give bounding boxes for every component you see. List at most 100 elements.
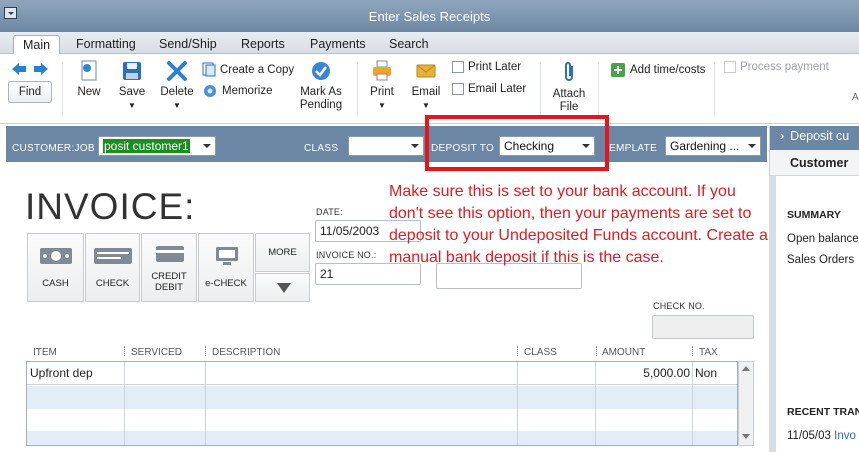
column-divider (692, 346, 693, 356)
side-panel-title: Deposit cu (790, 129, 850, 143)
template-dropdown[interactable]: Gardening ... (665, 136, 761, 156)
ribbon-divider (357, 62, 358, 116)
tab-payments[interactable]: Payments (310, 35, 366, 55)
triangle-down-icon (277, 283, 291, 293)
column-divider (595, 362, 596, 445)
tab-search[interactable]: Search (389, 35, 429, 55)
scroll-up-icon[interactable] (742, 366, 750, 371)
highlight-box (425, 115, 609, 171)
sales-orders-label: Sales Orders (787, 254, 855, 266)
email-later-label: Email Later (468, 83, 527, 95)
recent-transaction-date: 11/05/03 (787, 430, 831, 442)
attach-label: Attach (552, 88, 586, 100)
more-payment-dropdown[interactable] (255, 273, 310, 302)
table-row[interactable] (27, 409, 737, 432)
customer-job-dropdown[interactable]: posit customer1 (98, 136, 216, 156)
process-payment-check[interactable] (724, 61, 736, 73)
print-button[interactable]: Print ▼ (366, 60, 398, 112)
tab-reports[interactable]: Reports (241, 35, 285, 55)
annotation-note: Make sure this is set to your bank accou… (389, 183, 768, 266)
find-button[interactable]: Find (8, 81, 52, 103)
process-payment-label: Process payment (740, 61, 829, 73)
tab-send-ship[interactable]: Send/Ship (159, 35, 217, 55)
item-cell[interactable]: Upfront dep (30, 366, 93, 380)
header-bar: CUSTOMER:JOB posit customer1 CLASS DEPOS… (6, 126, 767, 162)
ribbon-divider (62, 62, 63, 116)
pending-check-icon (312, 62, 330, 80)
mark-as-pending-button[interactable]: Mark As Pending (296, 60, 346, 112)
table-row[interactable] (27, 431, 737, 445)
add-time-costs-label: Add time/costs (630, 64, 706, 76)
memorize-icon (204, 85, 216, 97)
print-later-checkbox[interactable]: Print Later (452, 61, 521, 73)
save-button[interactable]: Save ▼ (114, 60, 150, 112)
column-divider (517, 362, 518, 445)
process-payment-checkbox[interactable]: Process payment (724, 61, 829, 73)
email-later-check[interactable] (452, 83, 464, 95)
table-scrollbar[interactable] (738, 361, 754, 446)
column-description: DESCRIPTION (212, 347, 281, 358)
delete-button[interactable]: Delete ▼ (157, 60, 197, 112)
tax-cell[interactable]: Non (695, 366, 717, 380)
memorize-button[interactable]: Memorize (202, 83, 272, 98)
credit-card-icon (156, 246, 184, 262)
print-later-check[interactable] (452, 61, 464, 73)
items-table: Upfront dep 5,000.00 Non (26, 361, 738, 446)
customer-job-value: posit customer1 (103, 139, 190, 153)
echeck-payment-button[interactable]: e-CHECK (198, 233, 254, 302)
class-dropdown[interactable] (348, 136, 424, 156)
delete-x-icon (167, 61, 187, 81)
template-value: Gardening ... (670, 139, 740, 153)
column-divider (517, 346, 518, 356)
column-tax: TAX (699, 347, 718, 358)
tab-main[interactable]: Main (13, 35, 61, 55)
echeck-monitor-icon (216, 247, 238, 265)
email-icon (416, 64, 436, 78)
previous-arrow-icon[interactable] (11, 62, 49, 76)
summary-heading: SUMMARY (787, 209, 841, 221)
check-no-field[interactable] (652, 315, 754, 339)
items-table-header: ITEM SERVICED DESCRIPTION CLASS AMOUNT T… (26, 343, 754, 361)
credit-debit-payment-button[interactable]: CREDIT DEBIT (141, 233, 197, 302)
credit-debit-label: CREDIT DEBIT (151, 271, 187, 293)
tab-formatting[interactable]: Formatting (76, 35, 136, 55)
more-label: MORE (268, 247, 297, 258)
date-label: DATE: (316, 207, 343, 217)
open-balance-label: Open balance (787, 233, 859, 245)
echeck-label: e-CHECK (205, 278, 247, 289)
invoice-no-label: INVOICE NO.: (316, 250, 377, 260)
recent-transaction-row[interactable]: 11/05/03 Invo (787, 430, 856, 442)
print-label: Print (370, 86, 394, 98)
chevron-down-icon (411, 144, 419, 148)
recent-transaction-link[interactable]: Invo (834, 430, 856, 442)
more-payment-button[interactable]: MORE (255, 233, 310, 272)
check-label: CHECK (95, 278, 130, 289)
add-time-costs-button[interactable]: Add time/costs (610, 62, 705, 78)
ribbon-divider (598, 62, 599, 116)
recent-transactions-heading: RECENT TRAN (787, 406, 859, 418)
chevron-down-icon (203, 144, 211, 148)
email-later-checkbox[interactable]: Email Later (452, 83, 526, 95)
new-button[interactable]: New (72, 60, 106, 99)
check-payment-button[interactable]: CHECK (85, 233, 140, 302)
tab-customer[interactable]: Customer (770, 150, 859, 176)
create-copy-button[interactable]: Create a Copy (202, 62, 294, 77)
attach-file-button[interactable]: Attach File (550, 60, 588, 114)
side-panel-header[interactable]: › Deposit cu (770, 126, 859, 150)
column-item: ITEM (33, 347, 57, 358)
table-row[interactable] (27, 386, 737, 409)
printer-icon (373, 60, 391, 81)
amount-cell[interactable]: 5,000.00 (598, 366, 690, 380)
table-row[interactable]: Upfront dep 5,000.00 Non (27, 362, 737, 385)
email-button[interactable]: Email ▼ (408, 60, 444, 112)
column-divider (692, 362, 693, 445)
column-divider (205, 362, 206, 445)
customer-job-label: CUSTOMER:JOB (12, 143, 95, 154)
scroll-down-icon[interactable] (742, 434, 750, 439)
copy-icon (202, 62, 216, 77)
chevron-right-icon[interactable]: › (780, 129, 784, 143)
cash-payment-button[interactable]: CASH (27, 233, 84, 302)
column-class: CLASS (524, 347, 557, 358)
memorize-label: Memorize (222, 84, 273, 97)
print-later-label: Print Later (468, 61, 522, 73)
